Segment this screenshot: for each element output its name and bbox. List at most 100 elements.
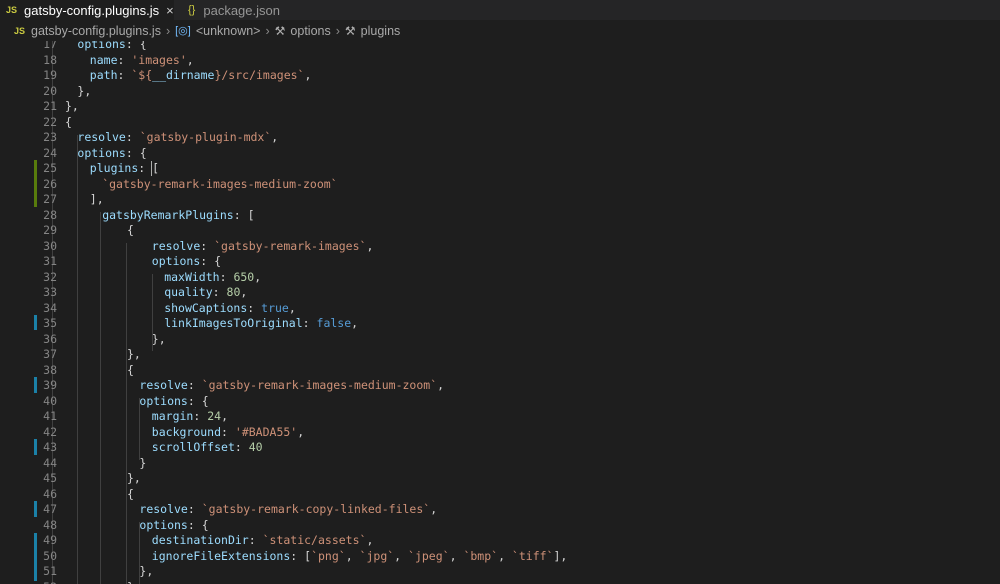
close-icon[interactable]: ×	[166, 3, 174, 18]
code-token: :	[200, 238, 215, 253]
code-token: ,	[498, 548, 512, 563]
code-line[interactable]: 30 resolve: `gatsby-remark-images`,	[0, 239, 1000, 255]
code-text: {	[65, 115, 72, 131]
code-token: 24	[207, 409, 222, 423]
code-token: :	[247, 300, 262, 315]
line-number: 32	[43, 269, 57, 284]
line-number: 23	[43, 130, 57, 144]
code-line[interactable]: 22 {	[0, 115, 1000, 131]
code-line[interactable]: 20},	[0, 84, 1000, 100]
code-line[interactable]: 43 scrollOffset: 40	[0, 440, 1000, 456]
code-token: plugins	[89, 161, 139, 175]
code-text: background: '#BADA55',	[152, 425, 304, 441]
symbol-variable-icon: [◎]	[175, 25, 191, 37]
code-line[interactable]: 36},	[0, 332, 1000, 348]
code-line[interactable]: 34 showCaptions: true,	[0, 301, 1000, 317]
code-line[interactable]: 23 resolve: `gatsby-plugin-mdx`,	[0, 130, 1000, 146]
code-line[interactable]: 42 background: '#BADA55',	[0, 425, 1000, 441]
code-line[interactable]: 26 `gatsby-remark-images-medium-zoom`	[0, 177, 1000, 193]
code-token: ],	[89, 192, 104, 206]
code-line[interactable]: 46 {	[0, 487, 1000, 503]
code-line[interactable]: 24 options: {	[0, 146, 1000, 162]
code-token: :	[219, 269, 234, 284]
code-line[interactable]: 35 linkImagesToOriginal: false,	[0, 316, 1000, 332]
code-line[interactable]: 51},	[0, 564, 1000, 580]
code-line[interactable]: 39 resolve: `gatsby-remark-images-medium-…	[0, 378, 1000, 394]
code-line[interactable]: 47 resolve: `gatsby-remark-copy-linked-fi…	[0, 502, 1000, 518]
code-line[interactable]: 50 ignoreFileExtensions: [`png`, `jpg`, `…	[0, 549, 1000, 565]
code-token: ,	[366, 238, 374, 253]
code-token: options	[139, 517, 188, 532]
code-line[interactable]: 27],	[0, 192, 1000, 208]
code-line[interactable]: 33 quality: 80,	[0, 285, 1000, 301]
code-token: `gatsby-remark-images-medium-zoom`	[201, 378, 438, 392]
code-line[interactable]: 25 plugins: [	[0, 161, 1000, 177]
code-token: ,	[366, 533, 374, 547]
breadcrumb-item-file[interactable]: gatsby-config.plugins.js	[31, 24, 161, 38]
code-token: },	[127, 471, 141, 485]
code-line[interactable]: 41 margin: 24,	[0, 409, 1000, 425]
code-line[interactable]: 52},	[0, 580, 1000, 584]
breadcrumb-item-unknown[interactable]: <unknown>	[196, 24, 261, 38]
tab-gatsby-config[interactable]: JS gatsby-config.plugins.js ×	[0, 0, 174, 20]
line-number: 35	[43, 316, 57, 330]
line-number: 33	[43, 285, 57, 299]
code-token: },	[127, 580, 141, 584]
code-line[interactable]: 40 options: {	[0, 394, 1000, 410]
line-number: 36	[43, 331, 57, 346]
code-token: 40	[248, 440, 263, 454]
code-line[interactable]: 45},	[0, 471, 1000, 487]
code-token: `gatsby-remark-images`	[214, 238, 367, 253]
code-token: ],	[553, 548, 568, 563]
code-token: :	[212, 285, 227, 299]
line-number: 48	[43, 517, 57, 532]
code-line[interactable]: 18 name: 'images',	[0, 53, 1000, 69]
line-number: 21	[43, 99, 57, 113]
code-text: },	[77, 84, 91, 100]
code-line[interactable]: 44}	[0, 456, 1000, 472]
code-line[interactable]: 38 {	[0, 363, 1000, 379]
line-number: 51	[43, 564, 57, 578]
code-token: :	[187, 502, 202, 516]
code-line[interactable]: 32 maxWidth: 650,	[0, 270, 1000, 286]
code-line[interactable]: 28 gatsbyRemarkPlugins: [	[0, 208, 1000, 224]
line-number: 34	[43, 300, 57, 315]
code-token: ,	[240, 285, 248, 299]
code-token: options	[77, 41, 126, 51]
code-text: linkImagesToOriginal: false,	[164, 316, 358, 332]
code-line[interactable]: 49 destinationDir: `static/assets`,	[0, 533, 1000, 549]
code-token: :	[117, 52, 132, 67]
code-text: },	[139, 564, 153, 580]
chevron-right-icon: ›	[165, 23, 171, 38]
code-line[interactable]: 31 options: {	[0, 254, 1000, 270]
code-token: __dirname	[152, 68, 215, 82]
tab-bar: JS gatsby-config.plugins.js × {} package…	[0, 0, 1000, 20]
code-token: path	[89, 68, 118, 82]
code-token: `gatsby-remark-copy-linked-files`	[201, 502, 431, 516]
code-token: ignoreFileExtensions	[151, 548, 291, 563]
line-number: 30	[43, 238, 57, 253]
code-line[interactable]: 48 options: {	[0, 518, 1000, 534]
code-line[interactable]: 19 path: `${__dirname}/src/images`,	[0, 68, 1000, 84]
code-token: resolve	[139, 502, 188, 516]
code-line[interactable]: 17 options: {	[0, 41, 1000, 53]
code-line[interactable]: 21},	[0, 99, 1000, 115]
code-editor[interactable]: 17 options: {18 name: 'images', 19 path: `${…	[0, 41, 1000, 584]
code-text: options: {	[77, 146, 146, 162]
code-token: : [	[233, 207, 255, 222]
code-token: resolve	[151, 238, 201, 253]
tab-label: gatsby-config.plugins.js	[24, 2, 160, 18]
code-token: quality	[164, 285, 213, 299]
code-line[interactable]: 37},	[0, 347, 1000, 363]
code-text: },	[127, 347, 141, 363]
code-token: },	[77, 83, 92, 98]
code-line[interactable]: 29 {	[0, 223, 1000, 239]
line-number: 39	[43, 378, 57, 392]
breadcrumb-item-options[interactable]: options	[290, 24, 330, 38]
code-token: }	[139, 455, 147, 470]
javascript-file-icon: JS	[14, 25, 26, 36]
breadcrumb-item-plugins[interactable]: plugins	[361, 24, 401, 38]
tab-package-json[interactable]: {} package.json	[174, 0, 294, 20]
code-token: ,	[345, 548, 360, 563]
code-token: {	[127, 486, 134, 501]
